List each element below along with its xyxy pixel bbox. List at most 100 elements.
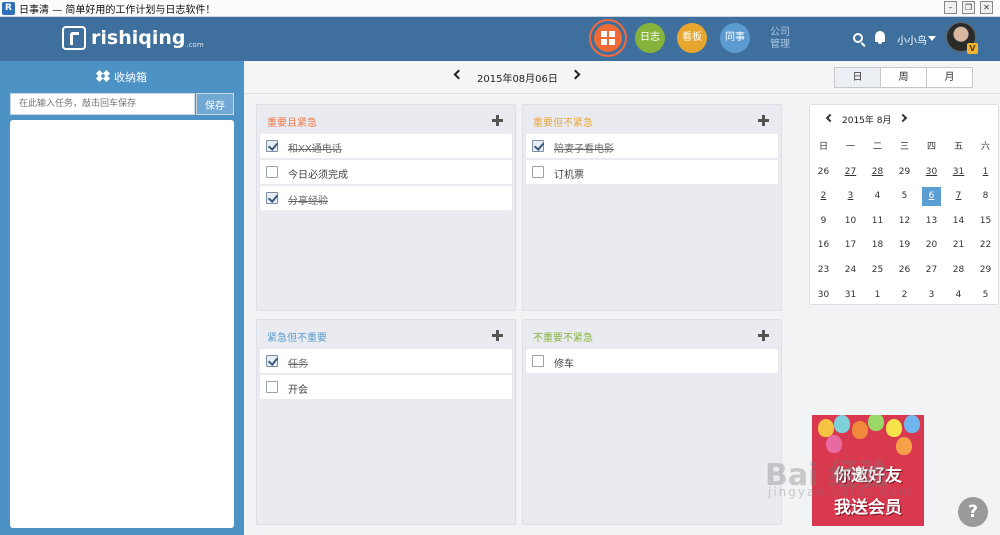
tab-week[interactable]: 周 [880, 67, 927, 88]
logo-suffix: .com [186, 41, 204, 49]
calendar-day[interactable]: 25 [864, 258, 891, 283]
calendar-day[interactable]: 26 [810, 160, 837, 185]
calendar-day[interactable]: 1 [864, 283, 891, 308]
calendar-day[interactable]: 27 [837, 160, 864, 185]
top-header: rishiqing .com 日志 看板 同事 公司管理 小小鸟 V [0, 17, 1000, 61]
calendar-day[interactable]: 5 [972, 283, 999, 308]
calendar-day[interactable]: 19 [891, 233, 918, 258]
task-row[interactable]: 陪妻子看电影 [526, 134, 778, 158]
calendar-day[interactable]: 20 [918, 233, 945, 258]
task-checkbox[interactable] [532, 355, 544, 367]
user-name[interactable]: 小小鸟 [897, 32, 927, 47]
calendar-day[interactable]: 30 [810, 283, 837, 308]
calendar-day[interactable]: 17 [837, 233, 864, 258]
task-checkbox[interactable] [532, 140, 544, 152]
calendar-day-number: 8 [982, 191, 989, 202]
calendar-day-number: 11 [871, 215, 884, 226]
calendar-day[interactable]: 27 [918, 258, 945, 283]
calendar-day[interactable]: 30 [918, 160, 945, 185]
calendar-day-today[interactable]: 6 [918, 184, 945, 209]
task-checkbox[interactable] [266, 192, 278, 204]
calendar-day[interactable]: 5 [891, 184, 918, 209]
task-checkbox[interactable] [266, 166, 278, 178]
task-row[interactable]: 开会 [260, 375, 512, 399]
task-row[interactable]: 订机票 [526, 160, 778, 184]
calendar-day[interactable]: 8 [972, 184, 999, 209]
calendar-day[interactable]: 24 [837, 258, 864, 283]
calendar-day[interactable]: 29 [891, 160, 918, 185]
task-checkbox[interactable] [266, 381, 278, 393]
task-checkbox[interactable] [266, 140, 278, 152]
chevron-left-icon[interactable] [825, 113, 835, 123]
task-row[interactable]: 今日必须完成 [260, 160, 512, 184]
nav-colleague-button[interactable]: 同事 [720, 23, 750, 53]
calendar-day[interactable]: 10 [837, 209, 864, 234]
nav-board-button[interactable]: 看板 [677, 23, 707, 53]
inbox-list[interactable] [10, 120, 234, 528]
task-row[interactable]: 和XX通电话 [260, 134, 512, 158]
quadrant-urgent-not-important: 紧急但不重要 任务 开会 [256, 319, 516, 525]
calendar-day[interactable]: 16 [810, 233, 837, 258]
task-checkbox[interactable] [266, 355, 278, 367]
calendar-day[interactable]: 4 [864, 184, 891, 209]
calendar-day[interactable]: 28 [864, 160, 891, 185]
inbox-task-input[interactable] [10, 93, 195, 115]
calendar-day[interactable]: 28 [945, 258, 972, 283]
chevron-right-icon[interactable] [570, 69, 581, 80]
logo[interactable]: rishiqing .com [62, 26, 204, 50]
calendar-day[interactable]: 3 [918, 283, 945, 308]
calendar-day[interactable]: 2 [891, 283, 918, 308]
calendar-day-number: 29 [898, 166, 911, 177]
calendar-day[interactable]: 31 [837, 283, 864, 308]
calendar-day[interactable]: 22 [972, 233, 999, 258]
search-icon[interactable] [853, 33, 863, 43]
restore-icon[interactable]: ❐ [962, 1, 975, 14]
plus-icon[interactable] [758, 115, 769, 126]
calendar-day[interactable]: 4 [945, 283, 972, 308]
calendar-day[interactable]: 7 [945, 184, 972, 209]
calendar-day-number: 19 [898, 240, 911, 251]
plus-icon[interactable] [758, 330, 769, 341]
task-row[interactable]: 修车 [526, 349, 778, 373]
bell-icon[interactable] [875, 31, 885, 44]
calendar-day-number: 28 [871, 166, 884, 177]
calendar-day[interactable]: 31 [945, 160, 972, 185]
calendar-day[interactable]: 18 [864, 233, 891, 258]
calendar-day[interactable]: 1 [972, 160, 999, 185]
calendar-day[interactable]: 2 [810, 184, 837, 209]
nav-log-button[interactable]: 日志 [635, 23, 665, 53]
save-button[interactable]: 保存 [196, 93, 234, 115]
nav-home-button[interactable] [589, 19, 627, 57]
task-row[interactable]: 分享经验 [260, 186, 512, 210]
tab-day[interactable]: 日 [834, 67, 881, 88]
calendar-day[interactable]: 11 [864, 209, 891, 234]
logo-icon [62, 26, 86, 50]
calendar-day[interactable]: 3 [837, 184, 864, 209]
calendar-day[interactable]: 23 [810, 258, 837, 283]
calendar-day-number: 3 [847, 191, 854, 202]
plus-icon[interactable] [492, 115, 503, 126]
calendar-day[interactable]: 14 [945, 209, 972, 234]
task-list: 任务开会 [260, 349, 512, 401]
plus-icon[interactable] [492, 330, 503, 341]
task-row[interactable]: 任务 [260, 349, 512, 373]
calendar-day[interactable]: 29 [972, 258, 999, 283]
minimize-icon[interactable]: – [944, 1, 957, 14]
chevron-left-icon[interactable] [453, 69, 464, 80]
calendar-day[interactable]: 13 [918, 209, 945, 234]
nav-company-link[interactable]: 公司管理 [770, 27, 794, 51]
caret-down-icon[interactable] [928, 36, 936, 41]
help-button[interactable]: ? [958, 497, 988, 527]
tab-month[interactable]: 月 [926, 67, 973, 88]
calendar-day[interactable]: 21 [945, 233, 972, 258]
calendar-day-number: 25 [871, 264, 884, 275]
close-icon[interactable]: ✕ [980, 1, 993, 14]
chevron-right-icon[interactable] [898, 113, 908, 123]
calendar-day-number: 5 [982, 289, 989, 300]
task-text: 任务 [288, 359, 308, 370]
task-checkbox[interactable] [532, 166, 544, 178]
calendar-day[interactable]: 12 [891, 209, 918, 234]
calendar-day[interactable]: 26 [891, 258, 918, 283]
calendar-day[interactable]: 15 [972, 209, 999, 234]
calendar-day[interactable]: 9 [810, 209, 837, 234]
